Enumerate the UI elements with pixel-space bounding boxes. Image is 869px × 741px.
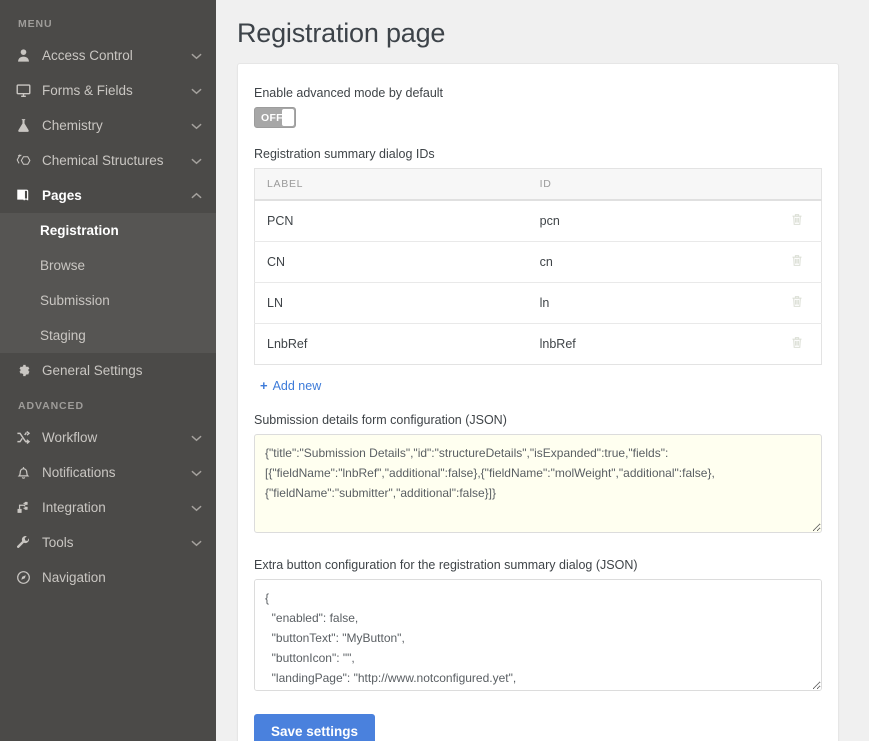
trash-icon[interactable] bbox=[790, 212, 804, 227]
extra-button-config-textarea[interactable] bbox=[254, 579, 822, 691]
toggle-knob bbox=[282, 109, 294, 126]
sidebar-item-chemical-structures[interactable]: Chemical Structures bbox=[0, 143, 216, 178]
chevron-down-icon bbox=[191, 539, 202, 547]
toggle-state-label: OFF bbox=[255, 112, 283, 124]
sidebar-item-access-control[interactable]: Access Control bbox=[0, 38, 216, 73]
shuffle-icon bbox=[16, 430, 38, 445]
sidebar-item-label: Workflow bbox=[38, 430, 191, 445]
sidebar-subitem-registration[interactable]: Registration bbox=[0, 213, 216, 248]
sidebar-item-label: Tools bbox=[38, 535, 191, 550]
save-settings-button[interactable]: Save settings bbox=[254, 714, 375, 741]
add-new-button[interactable]: + Add new bbox=[260, 378, 321, 393]
cell-id: ln bbox=[528, 283, 772, 324]
bell-icon bbox=[16, 465, 38, 480]
sidebar-item-chemistry[interactable]: Chemistry bbox=[0, 108, 216, 143]
sidebar-item-workflow[interactable]: Workflow bbox=[0, 420, 216, 455]
sidebar-item-label: Chemical Structures bbox=[38, 153, 191, 168]
chevron-down-icon bbox=[191, 52, 202, 60]
sidebar-item-label: Forms & Fields bbox=[38, 83, 191, 98]
table-row: CN cn bbox=[255, 242, 822, 283]
advanced-mode-label: Enable advanced mode by default bbox=[254, 86, 822, 100]
table-head: LABEL ID bbox=[255, 169, 822, 201]
sidebar-item-forms-and-fields[interactable]: Forms & Fields bbox=[0, 73, 216, 108]
chevron-down-icon bbox=[191, 157, 202, 165]
sidebar-item-label: Access Control bbox=[38, 48, 191, 63]
table-header-row: LABEL ID bbox=[255, 169, 822, 201]
submission-config-textarea[interactable] bbox=[254, 434, 822, 533]
cell-actions bbox=[772, 324, 821, 365]
column-header-id: ID bbox=[528, 169, 772, 201]
chevron-down-icon bbox=[191, 469, 202, 477]
cell-actions bbox=[772, 283, 821, 324]
settings-card: Enable advanced mode by default OFF Regi… bbox=[237, 63, 839, 741]
submission-config-label: Submission details form configuration (J… bbox=[254, 413, 822, 427]
sidebar-item-navigation[interactable]: Navigation bbox=[0, 560, 216, 595]
chevron-up-icon bbox=[191, 192, 202, 200]
chevron-down-icon bbox=[191, 504, 202, 512]
app-root: MENU Access Control Forms & Fields bbox=[0, 0, 869, 741]
page-title: Registration page bbox=[237, 18, 838, 49]
column-header-actions bbox=[772, 169, 821, 201]
main-content: Registration page Enable advanced mode b… bbox=[216, 0, 869, 741]
sidebar-item-pages[interactable]: Pages bbox=[0, 178, 216, 213]
sidebar-subitem-staging[interactable]: Staging bbox=[0, 318, 216, 353]
sidebar-advanced-heading: ADVANCED bbox=[0, 394, 216, 420]
trash-icon[interactable] bbox=[790, 253, 804, 268]
table-row: LnbRef lnbRef bbox=[255, 324, 822, 365]
cell-id: lnbRef bbox=[528, 324, 772, 365]
chevron-down-icon bbox=[191, 434, 202, 442]
molecule-icon bbox=[16, 153, 38, 168]
sidebar-subitem-label: Registration bbox=[40, 223, 119, 238]
sidebar: MENU Access Control Forms & Fields bbox=[0, 0, 216, 741]
sidebar-item-integration[interactable]: Integration bbox=[0, 490, 216, 525]
cell-label: PCN bbox=[255, 200, 528, 242]
sidebar-subitem-label: Browse bbox=[40, 258, 85, 273]
book-icon bbox=[16, 188, 38, 203]
table-body: PCN pcn CN cn bbox=[255, 200, 822, 365]
plus-icon: + bbox=[260, 378, 268, 393]
dialog-ids-label: Registration summary dialog IDs bbox=[254, 147, 822, 161]
sidebar-item-notifications[interactable]: Notifications bbox=[0, 455, 216, 490]
table-row: LN ln bbox=[255, 283, 822, 324]
integration-icon bbox=[16, 500, 38, 515]
sidebar-item-tools[interactable]: Tools bbox=[0, 525, 216, 560]
sidebar-item-label: Pages bbox=[38, 188, 191, 203]
add-new-label: Add new bbox=[273, 379, 322, 393]
flask-icon bbox=[16, 118, 38, 133]
chevron-down-icon bbox=[191, 87, 202, 95]
extra-button-config-label: Extra button configuration for the regis… bbox=[254, 558, 822, 572]
sidebar-submenu-pages: Registration Browse Submission Staging bbox=[0, 213, 216, 353]
sidebar-menu-heading: MENU bbox=[0, 12, 216, 38]
trash-icon[interactable] bbox=[790, 335, 804, 350]
table-row: PCN pcn bbox=[255, 200, 822, 242]
advanced-mode-toggle-wrap: OFF bbox=[254, 107, 822, 128]
sidebar-item-label: Chemistry bbox=[38, 118, 191, 133]
sidebar-item-label: Notifications bbox=[38, 465, 191, 480]
column-header-label: LABEL bbox=[255, 169, 528, 201]
cell-id: pcn bbox=[528, 200, 772, 242]
cell-actions bbox=[772, 242, 821, 283]
sidebar-subitem-label: Staging bbox=[40, 328, 86, 343]
sidebar-item-label: Integration bbox=[38, 500, 191, 515]
monitor-icon bbox=[16, 83, 38, 98]
sidebar-subitem-submission[interactable]: Submission bbox=[0, 283, 216, 318]
sidebar-item-label: General Settings bbox=[38, 363, 202, 378]
wrench-icon bbox=[16, 535, 38, 550]
sidebar-subitem-label: Submission bbox=[40, 293, 110, 308]
compass-icon bbox=[16, 570, 38, 585]
cell-id: cn bbox=[528, 242, 772, 283]
chevron-down-icon bbox=[191, 122, 202, 130]
cell-label: CN bbox=[255, 242, 528, 283]
sidebar-subitem-browse[interactable]: Browse bbox=[0, 248, 216, 283]
cell-label: LnbRef bbox=[255, 324, 528, 365]
gear-icon bbox=[16, 363, 38, 378]
advanced-mode-toggle[interactable]: OFF bbox=[254, 107, 296, 128]
trash-icon[interactable] bbox=[790, 294, 804, 309]
sidebar-item-general-settings[interactable]: General Settings bbox=[0, 353, 216, 388]
sidebar-item-label: Navigation bbox=[38, 570, 202, 585]
cell-label: LN bbox=[255, 283, 528, 324]
user-icon bbox=[16, 48, 38, 63]
dialog-ids-table: LABEL ID PCN pcn bbox=[254, 168, 822, 365]
cell-actions bbox=[772, 200, 821, 242]
